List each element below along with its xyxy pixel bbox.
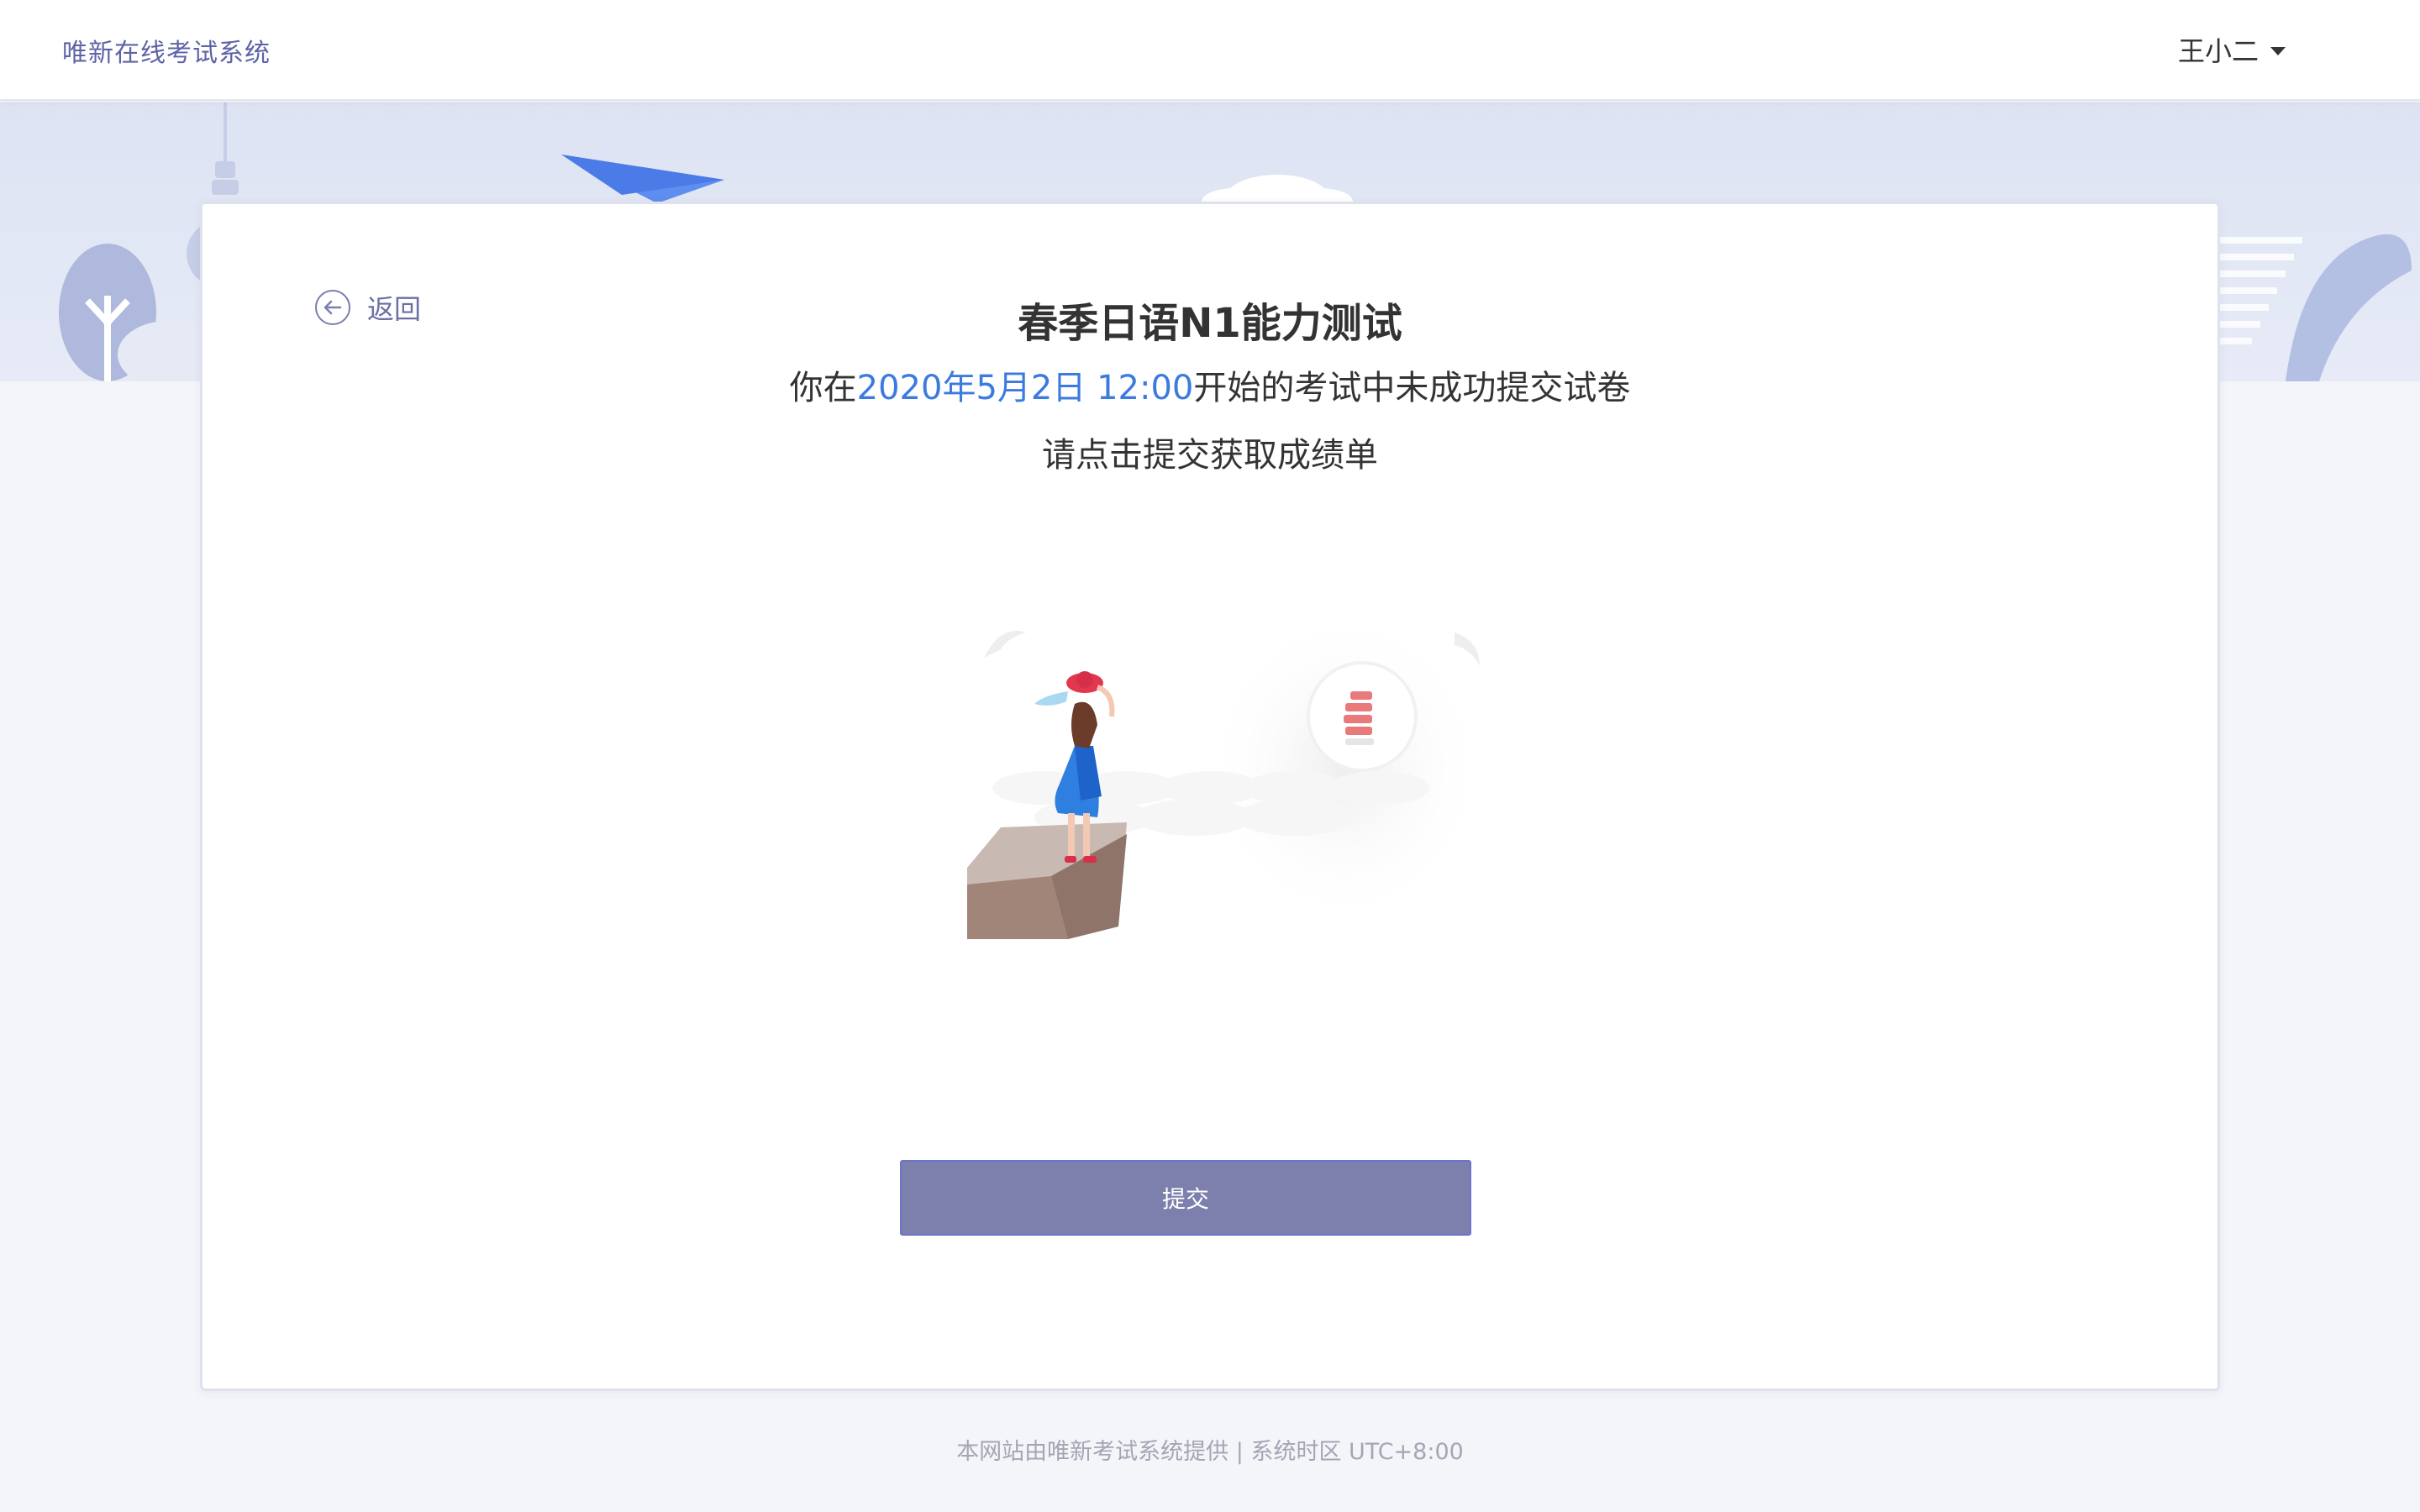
submit-button[interactable]: 提交 <box>900 1160 1471 1236</box>
top-navbar: 唯新在线考试系统 王小二 <box>0 0 2420 101</box>
footer-text: 本网站由唯新考试系统提供 | 系统时区 UTC+8:00 <box>956 1439 1464 1465</box>
message-suffix: 开始的考试中未成功提交试卷 <box>1193 369 1631 407</box>
status-message: 你在2020年5月2日 12:00开始的考试中未成功提交试卷 <box>203 360 2217 409</box>
woman-on-cliff-illustration <box>967 607 1488 939</box>
exam-title: 春季日语N1能力测试 <box>1018 300 1402 347</box>
user-name: 王小二 <box>2177 35 2259 67</box>
brand-title[interactable]: 唯新在线考试系统 <box>62 32 271 69</box>
message-prefix: 你在 <box>789 369 857 407</box>
exam-submit-card: 返回 春季日语N1能力测试 你在2020年5月2日 12:00开始的考试中未成功… <box>200 202 2220 1391</box>
exam-start-time: 2020年5月2日 12:00 <box>856 369 1194 407</box>
instruction-text: 请点击提交获取成绩单 <box>1042 436 1378 475</box>
user-menu[interactable]: 王小二 <box>2178 30 2286 69</box>
caret-down-icon <box>2270 47 2286 55</box>
